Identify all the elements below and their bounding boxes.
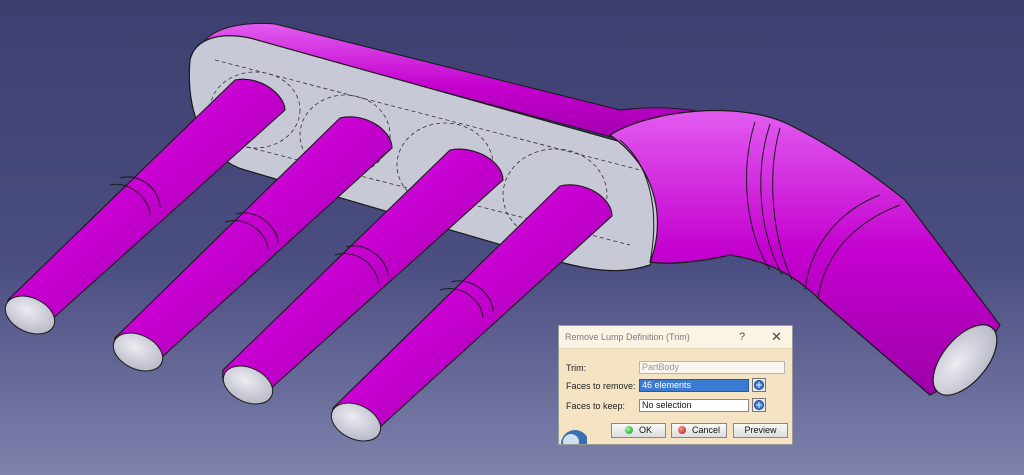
dialog-title: Remove Lump Definition (Trim) [565,332,690,342]
trim-label: Trim: [566,363,587,373]
faces-remove-field[interactable]: 46 elements [639,379,749,392]
close-icon[interactable]: ✕ [771,329,782,345]
cancel-label: Cancel [691,425,720,435]
faces-remove-label: Faces to remove: [566,381,636,391]
catia-logo-icon [561,430,587,444]
ok-icon [624,426,633,434]
trim-field: PartBody [639,361,785,374]
cancel-button[interactable]: Cancel [671,423,727,438]
3d-viewport[interactable] [0,0,1024,475]
cancel-icon [677,426,686,434]
ok-button[interactable]: OK [611,423,666,438]
faces-keep-picker-icon[interactable] [752,398,766,412]
help-icon[interactable]: ? [739,331,745,343]
dialog-titlebar[interactable]: Remove Lump Definition (Trim) ? ✕ [559,326,792,349]
faces-keep-field[interactable]: No selection [639,399,749,412]
ok-label: OK [638,425,652,435]
preview-button[interactable]: Preview [733,423,788,438]
remove-lump-dialog: Remove Lump Definition (Trim) ? ✕ Trim: … [558,325,793,445]
faces-remove-picker-icon[interactable] [752,378,766,392]
faces-keep-label: Faces to keep: [566,401,626,411]
runner-pipe-1 [4,78,286,335]
